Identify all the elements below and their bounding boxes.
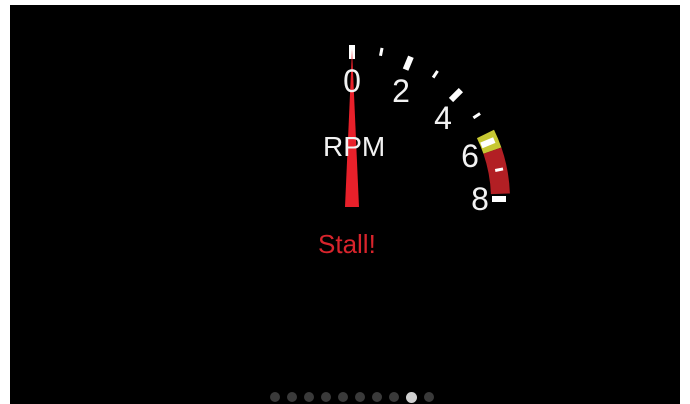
app-screen: 0 2 4 6 8 RPM Stall! xyxy=(10,5,680,404)
tick-label-8: 8 xyxy=(471,181,489,217)
minor-tick xyxy=(494,167,504,172)
page-dot-3[interactable] xyxy=(304,392,314,402)
minor-tick xyxy=(472,112,481,120)
tick-label-2: 2 xyxy=(392,73,410,109)
page-dot-10[interactable] xyxy=(424,392,434,402)
page-dot-5[interactable] xyxy=(338,392,348,402)
status-message: Stall! xyxy=(318,229,376,259)
gauge-title: RPM xyxy=(323,131,386,162)
page-dot-1[interactable] xyxy=(270,392,280,402)
minor-tick xyxy=(379,47,384,57)
major-tick xyxy=(402,55,414,71)
page-dot-8[interactable] xyxy=(389,392,399,402)
page-dot-7[interactable] xyxy=(372,392,382,402)
page-dot-9[interactable] xyxy=(406,391,417,403)
page-indicator xyxy=(10,390,680,404)
page-dot-2[interactable] xyxy=(287,392,297,402)
minor-tick xyxy=(431,70,439,79)
page-dot-4[interactable] xyxy=(321,392,331,402)
page-dot-6[interactable] xyxy=(355,392,365,402)
major-tick xyxy=(448,87,464,103)
tick-label-4: 4 xyxy=(434,100,452,136)
tick-label-6: 6 xyxy=(461,138,479,174)
tick-label-0: 0 xyxy=(343,63,361,99)
